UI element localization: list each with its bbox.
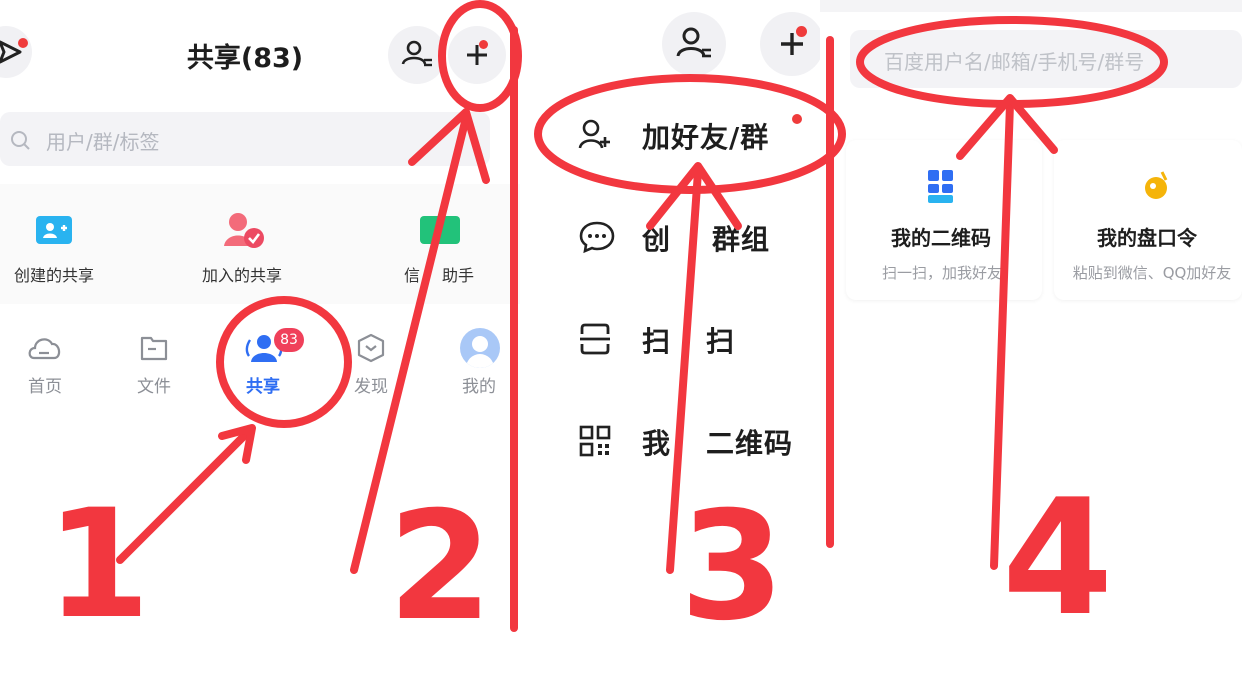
my-pan-code-card-title: 我的盘口令: [1097, 226, 1197, 250]
tab-files[interactable]: 文件: [119, 372, 189, 397]
friend-search-placeholder: 百度用户名/邮箱/手机号/群号: [884, 50, 1145, 74]
scan-icon: [580, 323, 610, 355]
contacts-button[interactable]: [388, 26, 446, 84]
qr-code-icon: [579, 425, 611, 457]
send-notification-dot: [18, 38, 28, 48]
plus-icon: [781, 33, 803, 55]
step-number-1: 1: [46, 478, 151, 652]
page-title: 共享(83): [186, 43, 304, 74]
contacts-button-2[interactable]: [662, 12, 726, 76]
joined-share-icon: [224, 213, 264, 248]
discover-icon: [357, 333, 385, 363]
add-notification-dot: [796, 26, 807, 37]
add-notification-dot: [479, 40, 488, 49]
menu-scan-start[interactable]: 扫: [642, 320, 671, 360]
menu-create-group-start[interactable]: 创: [642, 218, 671, 258]
home-icon: [28, 338, 61, 360]
info-assistant-icon: [420, 216, 460, 244]
add-button-2[interactable]: [760, 12, 824, 76]
shortcut-joined-share[interactable]: 加入的共享: [182, 262, 302, 286]
contacts-icon: [676, 27, 711, 58]
my-qr-card-subtitle: 扫一扫，加我好友: [881, 264, 1002, 282]
menu-add-friend-group[interactable]: 加好友/群: [642, 116, 769, 156]
shortcut-info-assistant-start[interactable]: 信: [404, 262, 420, 286]
step-number-3: 3: [680, 480, 785, 654]
contacts-icon: [401, 40, 432, 67]
pan-code-icon: [1145, 171, 1168, 199]
menu-scan-end[interactable]: 扫: [706, 320, 735, 360]
tab-home[interactable]: 首页: [10, 372, 80, 397]
tab-mine[interactable]: 我的: [444, 372, 514, 397]
files-icon: [140, 336, 168, 361]
chat-icon: [579, 221, 615, 254]
send-icon: [0, 40, 22, 64]
top-strip: [820, 0, 1242, 12]
step-number-2: 2: [388, 480, 493, 654]
search-placeholder: 用户/群/标签: [46, 130, 160, 154]
plus-icon: [467, 45, 487, 65]
menu-create-group-end[interactable]: 群组: [712, 218, 770, 258]
my-pan-code-card-subtitle: 粘贴到微信、QQ加好友: [1072, 264, 1232, 282]
add-button[interactable]: [448, 26, 506, 84]
add-friend-icon: [578, 119, 610, 149]
step-number-4: 4: [1002, 464, 1114, 651]
created-share-icon: [36, 216, 72, 244]
shortcut-created-share[interactable]: 创建的共享: [0, 262, 114, 286]
search-icon: [11, 131, 30, 150]
shortcut-info-assistant-end[interactable]: 助手: [442, 262, 474, 286]
my-qr-card-title: 我的二维码: [891, 226, 991, 250]
avatar: [460, 328, 500, 368]
tab-share[interactable]: 共享: [228, 372, 298, 397]
menu-my-qr-end[interactable]: 二维码: [706, 422, 793, 462]
qr-card-icon: [928, 170, 953, 203]
menu-add-friend-dot: [792, 114, 802, 124]
menu-my-qr-start[interactable]: 我: [642, 422, 671, 462]
send-button[interactable]: [0, 26, 32, 78]
tab-discover[interactable]: 发现: [336, 372, 406, 397]
share-count-badge: 83: [274, 328, 304, 352]
